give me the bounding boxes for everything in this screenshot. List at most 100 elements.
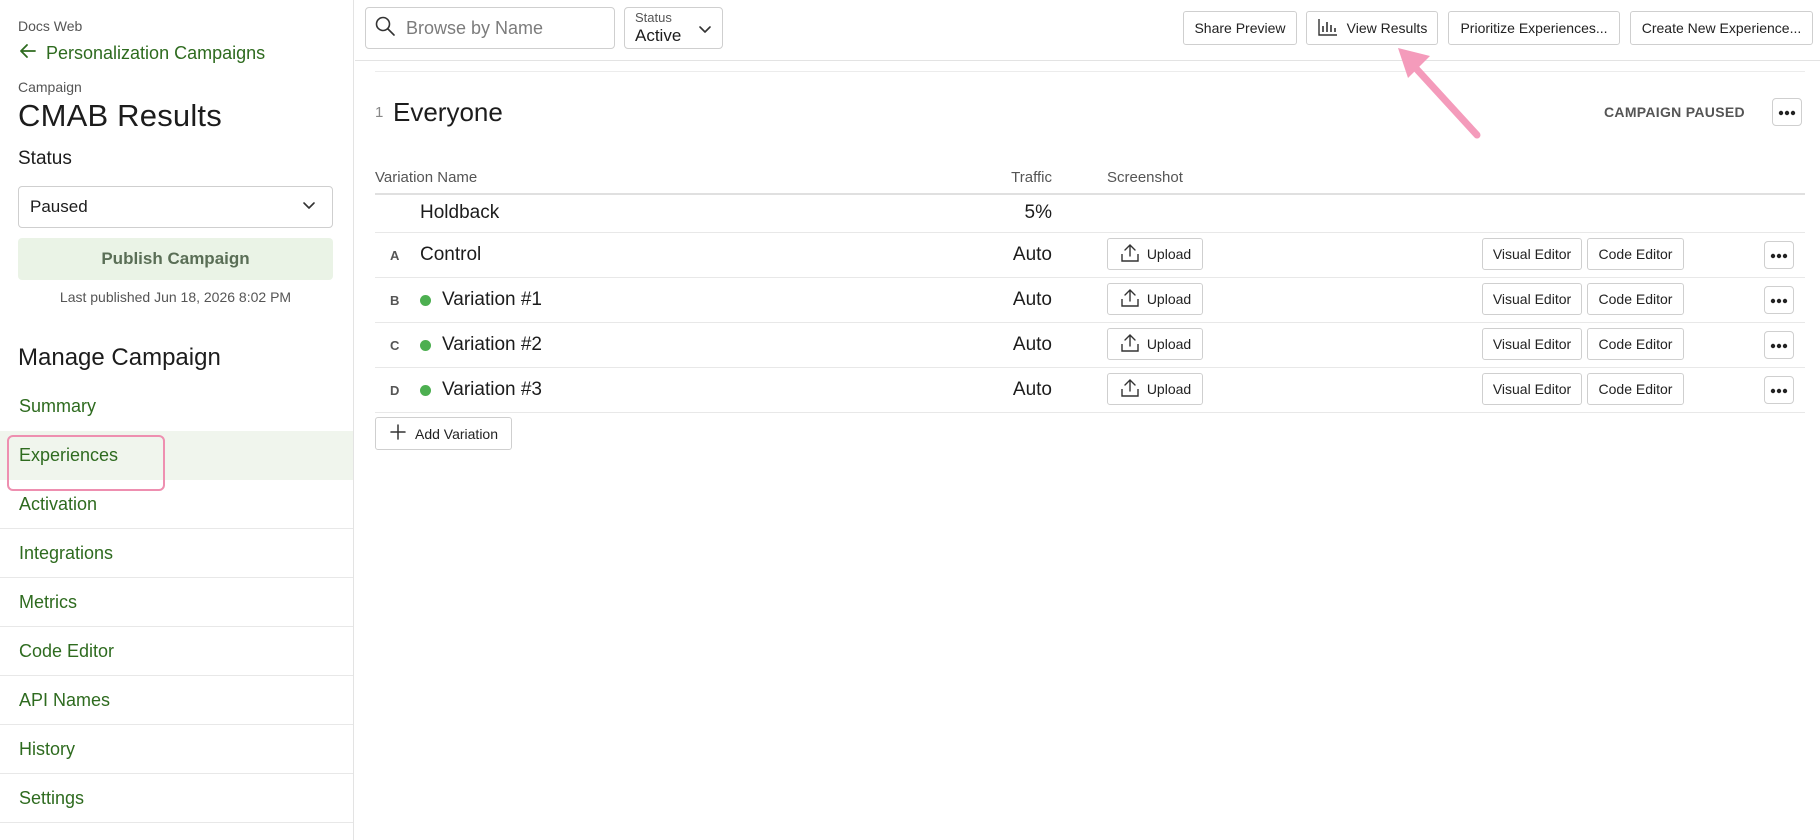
table-row: C Variation #2 Auto Upload Visual Editor… — [375, 323, 1805, 368]
variation-traffic: Auto — [1012, 289, 1052, 310]
sidebar-item-experiences[interactable]: Experiences — [0, 431, 353, 491]
status-filter-dropdown[interactable]: Status Active — [624, 7, 723, 49]
variation-name: Variation #3 — [442, 379, 542, 400]
row-more-button[interactable] — [1764, 331, 1794, 359]
sidebar-item-label: History — [19, 738, 76, 759]
status-dropdown[interactable]: Paused — [18, 186, 333, 228]
sidebar-item-label: Metrics — [19, 591, 77, 612]
audience-more-button[interactable] — [1772, 98, 1802, 126]
visual-editor-button[interactable]: Visual Editor — [1482, 238, 1582, 270]
sidebar-item-metrics[interactable]: Metrics — [0, 578, 353, 627]
upload-screenshot-button[interactable]: Upload — [1107, 238, 1203, 270]
sidebar-item-summary[interactable]: Summary — [0, 382, 353, 431]
variation-name: Control — [420, 244, 482, 265]
upload-label: Upload — [1146, 291, 1192, 307]
share-preview-button[interactable]: Share Preview — [1183, 11, 1297, 45]
sidebar-item-activation[interactable]: Activation — [0, 480, 353, 529]
prioritize-experiences-label: Prioritize Experiences... — [1460, 20, 1608, 36]
page-title: CMAB Results — [18, 98, 222, 133]
table-row: A Control Auto Upload Visual Editor Code… — [375, 233, 1805, 278]
table-row: D Variation #3 Auto Upload Visual Editor… — [375, 368, 1805, 413]
table-row: B Variation #1 Auto Upload Visual Editor… — [375, 278, 1805, 323]
sidebar-item-label: Experiences — [19, 445, 119, 465]
code-editor-button[interactable]: Code Editor — [1587, 328, 1684, 360]
upload-icon — [1119, 377, 1141, 402]
more-horizontal-icon — [1770, 246, 1788, 264]
sidebar-item-code-editor[interactable]: Code Editor — [0, 627, 353, 676]
sidebar-item-label: Settings — [19, 787, 85, 808]
variation-traffic: 5% — [1024, 202, 1052, 223]
search-box — [365, 7, 615, 49]
upload-label: Upload — [1146, 381, 1192, 397]
code-editor-button[interactable]: Code Editor — [1587, 238, 1684, 270]
variation-letter: D — [390, 383, 400, 398]
sidebar-item-label: Activation — [19, 493, 98, 514]
sidebar-item-label: Code Editor — [19, 640, 115, 661]
variation-letter: C — [390, 338, 400, 353]
upload-label: Upload — [1146, 336, 1192, 352]
variation-name: Holdback — [420, 202, 500, 223]
create-new-experience-button[interactable]: Create New Experience... — [1630, 11, 1813, 45]
search-input[interactable] — [406, 17, 586, 39]
code-editor-button[interactable]: Code Editor — [1587, 373, 1684, 405]
chevron-down-icon — [300, 196, 318, 219]
row-more-button[interactable] — [1764, 376, 1794, 404]
create-new-experience-label: Create New Experience... — [1641, 20, 1802, 36]
back-link-label: Personalization Campaigns — [46, 43, 266, 63]
campaign-label: Campaign — [18, 79, 82, 95]
upload-icon — [1119, 332, 1141, 357]
sidebar-item-history[interactable]: History — [0, 725, 353, 774]
more-horizontal-icon — [1770, 336, 1788, 354]
arrow-left-icon — [18, 41, 38, 66]
audience-name: Everyone — [393, 97, 503, 127]
status-label: Status — [18, 148, 72, 169]
column-header-traffic: Traffic — [1011, 169, 1052, 186]
toolbar-divider — [355, 60, 1820, 61]
app-root: Docs Web Personalization Campaigns Campa… — [0, 0, 1820, 840]
view-results-label: View Results — [1346, 20, 1428, 36]
sidebar-item-settings[interactable]: Settings — [0, 774, 353, 823]
plus-icon — [389, 423, 407, 444]
view-results-button[interactable]: View Results — [1306, 11, 1438, 45]
visual-editor-button[interactable]: Visual Editor — [1482, 328, 1582, 360]
add-variation-label: Add Variation — [414, 425, 498, 442]
more-horizontal-icon — [1778, 103, 1796, 121]
row-more-button[interactable] — [1764, 286, 1794, 314]
variation-name: Variation #2 — [442, 334, 542, 355]
more-horizontal-icon — [1770, 381, 1788, 399]
column-header-screenshot: Screenshot — [1107, 169, 1183, 186]
search-icon — [374, 15, 406, 42]
status-dot — [420, 340, 431, 351]
add-variation-button[interactable]: Add Variation — [375, 417, 512, 450]
variation-letter: A — [390, 248, 400, 263]
row-more-button[interactable] — [1764, 241, 1794, 269]
status-dot — [420, 295, 431, 306]
manage-campaign-heading: Manage Campaign — [18, 344, 221, 371]
prioritize-experiences-button[interactable]: Prioritize Experiences... — [1448, 11, 1620, 45]
upload-label: Upload — [1146, 246, 1192, 262]
section-divider — [375, 71, 1805, 72]
campaign-status-badge: CAMPAIGN PAUSED — [1604, 104, 1745, 120]
upload-screenshot-button[interactable]: Upload — [1107, 373, 1203, 405]
upload-screenshot-button[interactable]: Upload — [1107, 283, 1203, 315]
upload-screenshot-button[interactable]: Upload — [1107, 328, 1203, 360]
sidebar-item-integrations[interactable]: Integrations — [0, 529, 353, 578]
column-header-variation-name: Variation Name — [375, 169, 478, 186]
annotation-arrow-icon — [1398, 48, 1481, 139]
project-name: Docs Web — [18, 18, 83, 34]
status-dot — [420, 385, 431, 396]
variation-traffic: Auto — [1012, 379, 1052, 400]
sidebar-item-api-names[interactable]: API Names — [0, 676, 353, 725]
bar-chart-icon — [1317, 17, 1339, 40]
last-published-text: Last published Jun 18, 2026 8:02 PM — [59, 289, 292, 305]
code-editor-button[interactable]: Code Editor — [1587, 283, 1684, 315]
visual-editor-button[interactable]: Visual Editor — [1482, 283, 1582, 315]
visual-editor-button[interactable]: Visual Editor — [1482, 373, 1582, 405]
sidebar-item-label: Integrations — [19, 542, 114, 563]
more-horizontal-icon — [1770, 291, 1788, 309]
back-link[interactable]: Personalization Campaigns — [18, 41, 265, 66]
sidebar-item-label: Summary — [19, 396, 97, 416]
audience-number: 1 — [375, 104, 384, 121]
upload-icon — [1119, 242, 1141, 267]
publish-campaign-button[interactable]: Publish Campaign — [18, 238, 333, 280]
